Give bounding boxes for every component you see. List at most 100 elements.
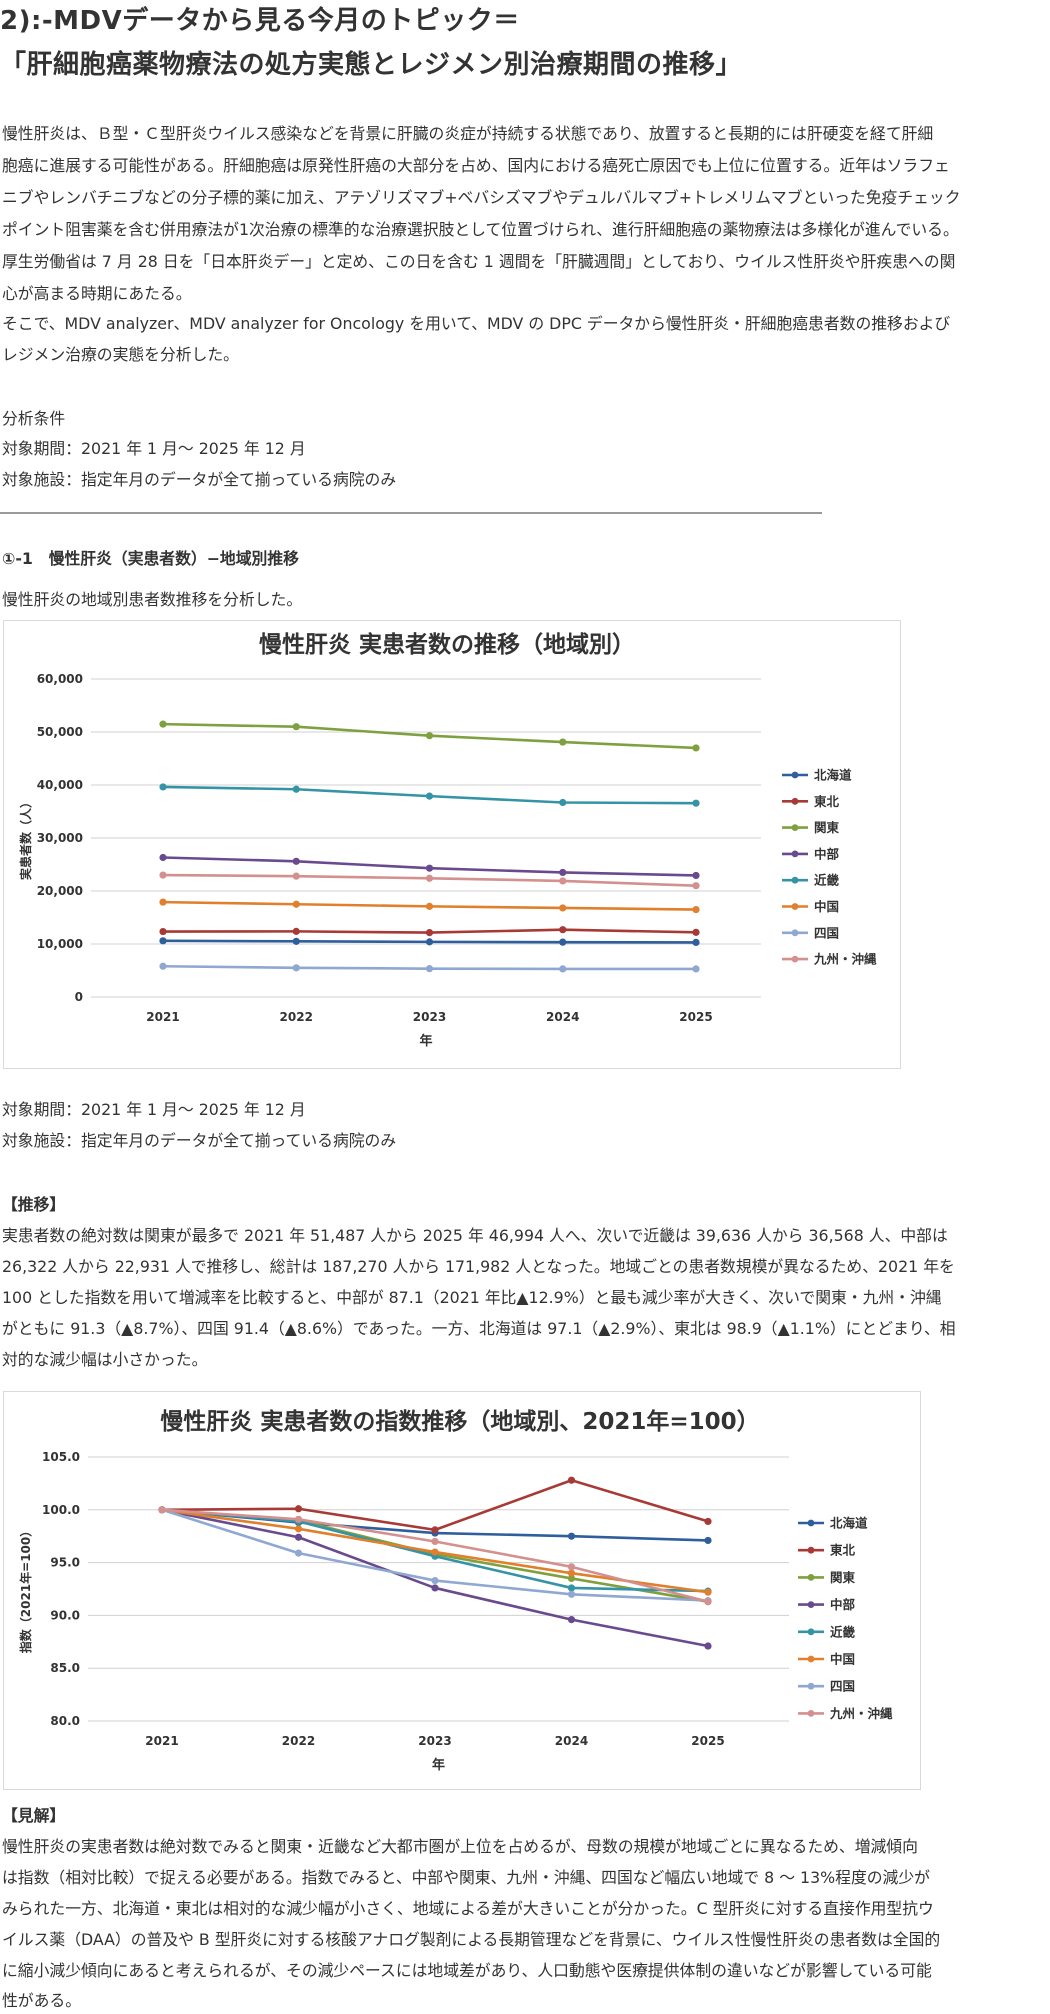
insight-line: は指数（相対比較）で捉える必要がある。指数でみると、中部や関東、九州・沖縄、四国…: [2, 1868, 930, 1887]
legend-label: 関東: [830, 1570, 856, 1585]
y-tick-label: 30,000: [37, 831, 83, 845]
data-point: [294, 1549, 303, 1557]
data-point: [425, 938, 434, 946]
legend-label: 北海道: [830, 1516, 868, 1531]
trend-line: 26,322 人から 22,931 人で推移し、総計は 187,270 人から …: [2, 1257, 955, 1276]
note-facility: 対象施設：指定年月のデータが全て揃っている病院のみ: [2, 1131, 397, 1150]
data-point: [567, 1532, 576, 1540]
data-point: [292, 937, 300, 945]
data-point: [567, 1569, 576, 1577]
legend-label: 近畿: [830, 1624, 856, 1639]
data-point: [692, 871, 700, 880]
legend-marker: [807, 1628, 815, 1636]
legend-marker: [791, 929, 799, 937]
x-tick-label: 2023: [418, 1734, 451, 1748]
data-point: [567, 1616, 576, 1624]
data-point: [425, 732, 434, 740]
data-point: [159, 871, 167, 879]
data-point: [431, 1576, 439, 1585]
data-point: [431, 1526, 439, 1534]
x-tick-label: 2025: [691, 1734, 724, 1748]
data-point: [704, 1642, 712, 1650]
data-point: [425, 902, 434, 910]
conditions-period: 対象期間：2021 年 1 月～ 2025 年 12 月: [2, 439, 306, 458]
x-tick-label: 2023: [413, 1010, 446, 1024]
page: 2):-MDVデータから見る今月のトピック＝ 「肝細胞癌薬物療法の処方実態とレジ…: [0, 0, 1050, 2014]
data-point: [559, 868, 567, 877]
y-tick-label: 80.0: [50, 1714, 80, 1728]
data-point: [294, 1533, 303, 1541]
x-tick-label: 2025: [679, 1010, 712, 1024]
data-point: [292, 964, 300, 972]
data-point: [431, 1537, 439, 1546]
legend-marker: [791, 903, 799, 910]
legend-label: 中部: [814, 846, 840, 861]
y-tick-label: 20,000: [37, 884, 83, 898]
data-point: [292, 927, 300, 935]
data-point: [692, 928, 700, 936]
y-tick-label: 10,000: [37, 937, 83, 951]
conditions-facility: 対象施設：指定年月のデータが全て揃っている病院のみ: [2, 470, 397, 489]
data-point: [559, 877, 567, 885]
data-point: [567, 1584, 576, 1592]
data-point: [292, 900, 300, 908]
data-point: [292, 723, 300, 731]
legend-marker: [807, 1601, 815, 1608]
section-heading: ①-1 慢性肝炎（実患者数）−地域別推移: [2, 549, 299, 568]
y-axis-label: 指数（2021年=100）: [18, 1525, 33, 1654]
data-point: [159, 720, 167, 728]
insight-line: に縮小減少傾向にあると考えられるが、その減少ペースには地域差があり、人口動態や医…: [2, 1961, 932, 1980]
data-point: [692, 965, 700, 973]
note-period: 対象期間：2021 年 1 月～ 2025 年 12 月: [2, 1100, 306, 1119]
data-point: [692, 882, 700, 890]
data-point: [559, 798, 567, 807]
insight-line: 性がある。: [2, 1991, 81, 2010]
legend-label: 九州・沖縄: [813, 952, 877, 967]
insight-line: イルス薬（DAA）の普及や B 型肝炎に対する核酸アナログ製剤による長期管理など…: [2, 1930, 941, 1949]
x-tick-label: 2022: [280, 1010, 313, 1024]
legend-label: 中国: [814, 899, 839, 914]
y-axis-label: 実患者数（人）: [18, 796, 33, 880]
data-point: [425, 929, 434, 937]
intro-line: レジメン治療の実態を分析した。: [2, 345, 239, 364]
data-point: [159, 783, 167, 791]
data-point: [158, 1506, 166, 1514]
data-point: [159, 962, 167, 970]
data-point: [559, 904, 567, 912]
data-point: [431, 1548, 439, 1556]
legend-label: 中部: [830, 1597, 856, 1612]
data-point: [159, 937, 167, 945]
section-intro: 慢性肝炎の地域別患者数推移を分析した。: [2, 590, 303, 609]
data-point: [559, 965, 567, 973]
trend-line: がともに 91.3（▲8.7%）、四国 91.4（▲8.6%）であった。一方、北…: [2, 1319, 956, 1338]
trend-heading: 【推移】: [2, 1195, 66, 1214]
data-point: [567, 1476, 576, 1484]
y-tick-label: 0: [75, 990, 83, 1004]
data-point: [559, 938, 567, 946]
data-point: [294, 1525, 303, 1533]
legend-label: 東北: [830, 1543, 856, 1558]
intro-line: 胞癌に進展する可能性がある。肝細胞癌は原発性肝癌の大部分を占め、国内における癌死…: [2, 156, 950, 175]
legend-marker: [807, 1546, 815, 1554]
data-point: [692, 744, 700, 752]
y-tick-label: 60,000: [37, 672, 83, 686]
data-point: [292, 872, 300, 880]
data-point: [425, 874, 434, 882]
legend-label: 東北: [814, 794, 840, 809]
legend-marker: [807, 1574, 815, 1581]
legend-label: 中国: [830, 1652, 855, 1667]
y-tick-label: 100.0: [42, 1503, 80, 1517]
legend-marker: [791, 876, 799, 884]
data-point: [704, 1598, 712, 1606]
data-point: [294, 1505, 303, 1513]
insight-line: 慢性肝炎の実患者数は絶対数でみると関東・近畿など大都市圏が上位を占めるが、母数の…: [2, 1837, 918, 1856]
legend-marker: [791, 850, 799, 858]
intro-line: 慢性肝炎は、Ｂ型・Ｃ型肝炎ウイルス感染などを背景に肝臓の炎症が持続する状態であり…: [2, 124, 934, 143]
legend-marker: [791, 797, 799, 805]
trend-line: 実患者数の絶対数は関東が最多で 2021 年 51,487 人から 2025 年…: [2, 1226, 948, 1245]
legend-label: 北海道: [814, 768, 852, 783]
data-point: [431, 1584, 439, 1592]
data-point: [425, 965, 434, 973]
intro-line: そこで、MDV analyzer、MDV analyzer for Oncolo…: [2, 314, 951, 333]
legend-label: 九州・沖縄: [829, 1706, 893, 1721]
